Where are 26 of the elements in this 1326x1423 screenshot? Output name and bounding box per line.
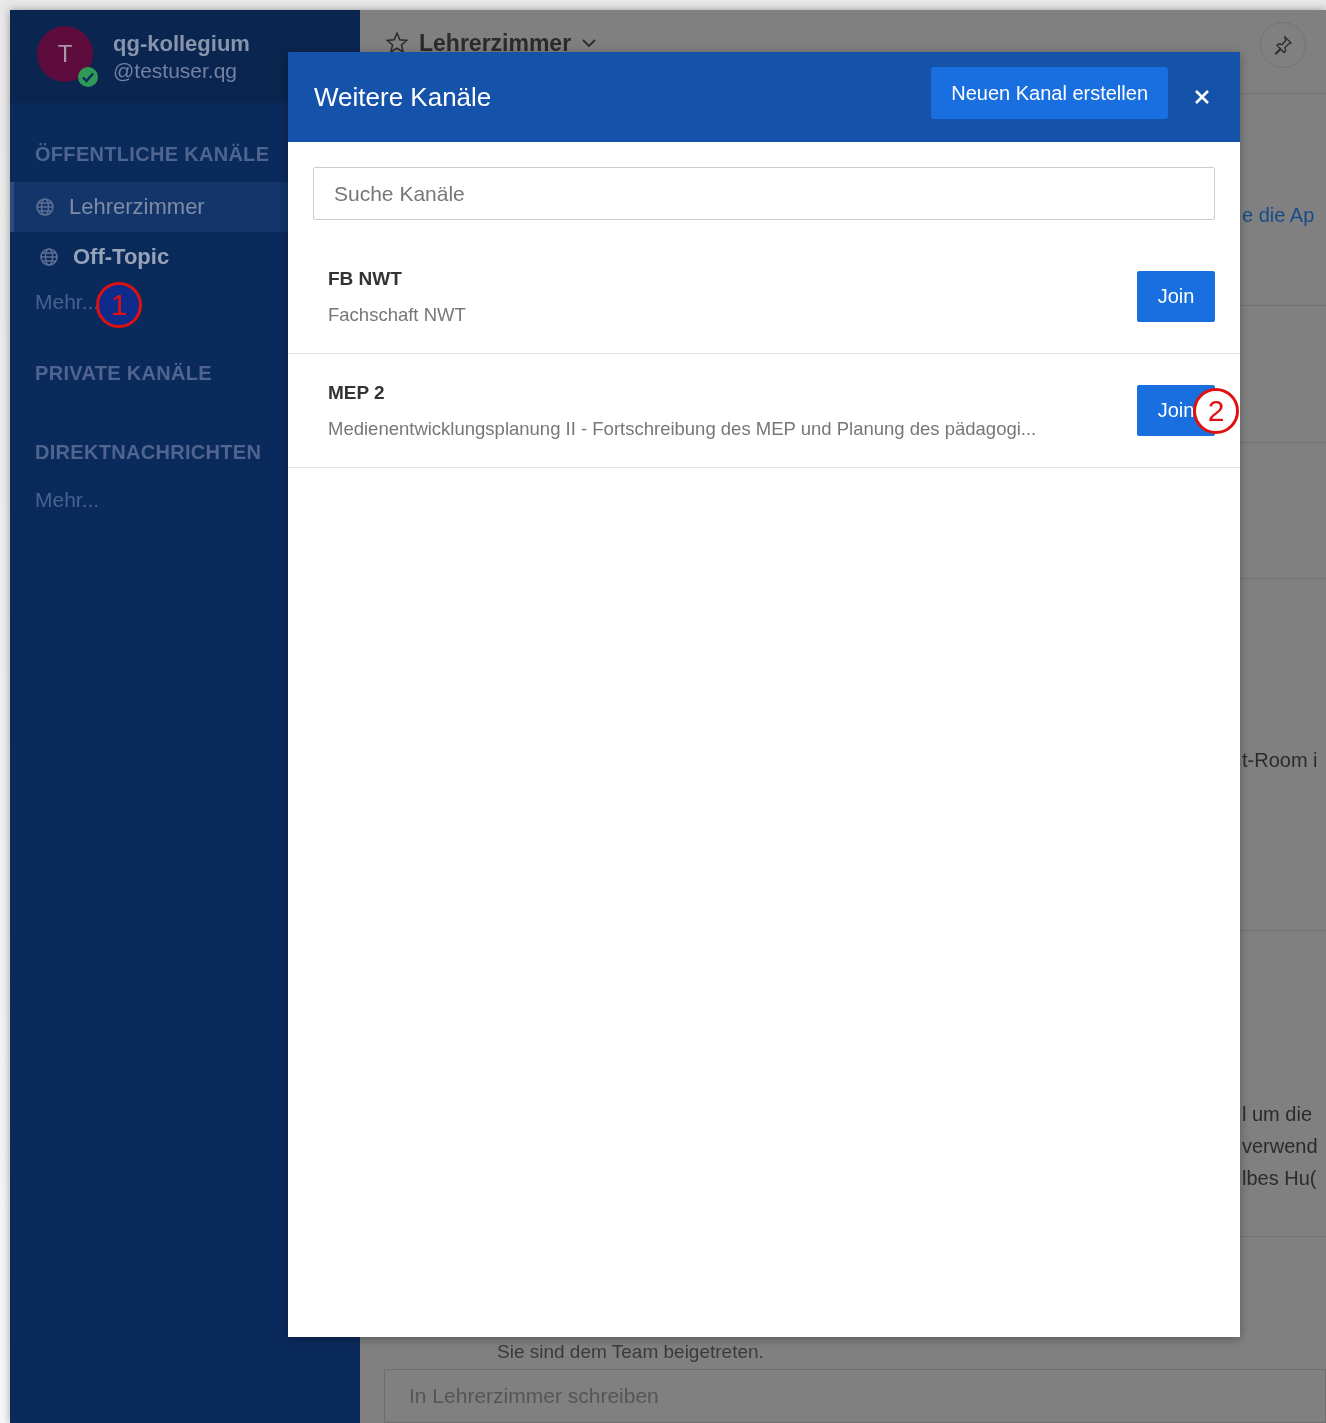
message-text: l um die [1242,1102,1314,1126]
pin-icon [1273,35,1293,56]
message-text: lbes Hu( [1242,1166,1318,1190]
channel-name: FB NWT [328,267,403,290]
avatar-letter: T [57,39,73,68]
username: @testuser.qg [113,58,239,83]
channel-purpose: Medienentwicklungsplanung II - Fortschreibung des MEP und Planung des pädagogi... [328,417,1038,440]
close-icon [1194,89,1210,105]
search-field[interactable]: Suche Kanäle [313,167,1215,220]
channel-name: MEP 2 [328,381,386,404]
channel-purpose: Fachschaft NWT [328,303,467,326]
section-heading: PRIVATE KANÄLE [34,362,213,386]
annotation-marker: 1 [96,282,142,328]
globe-icon [39,247,59,267]
system-message: Sie sind dem Team beigetreten. [497,1340,764,1363]
dialog-title: Weitere Kanäle [314,81,492,113]
globe-icon [35,197,55,217]
create-channel-button[interactable]: Neuen Kanal erstellen [931,67,1168,119]
message-text: verwend [1242,1134,1319,1158]
annotation-marker: 2 [1193,388,1239,434]
section-heading: DIREKTNACHRICHTEN [34,441,263,465]
section-heading: ÖFFENTLICHE KANÄLE [34,143,271,167]
join-button[interactable]: Join [1137,271,1215,322]
team-name: qg-kollegium [113,30,250,57]
message-text: t-Room i [1242,748,1319,772]
avatar[interactable]: T [37,25,93,82]
